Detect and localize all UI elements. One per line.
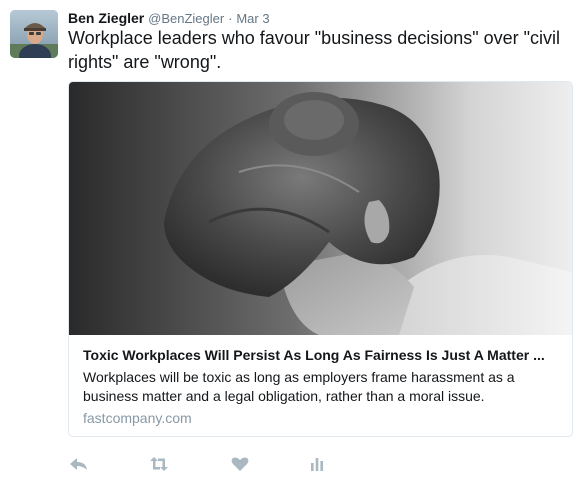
retweet-button[interactable] <box>148 454 170 474</box>
card-domain: fastcompany.com <box>83 410 192 426</box>
tweet-timestamp[interactable]: Mar 3 <box>236 11 269 26</box>
author-name[interactable]: Ben Ziegler <box>68 10 144 26</box>
retweet-icon <box>150 457 168 471</box>
tweet-actions <box>68 454 573 474</box>
link-card[interactable]: Toxic Workplaces Will Persist As Long As… <box>68 81 573 437</box>
reply-button[interactable] <box>68 454 90 474</box>
tweet[interactable]: Ben Ziegler @BenZiegler · Mar 3 Workplac… <box>0 0 586 477</box>
card-image[interactable] <box>69 82 572 335</box>
reply-icon <box>70 458 87 470</box>
analytics-button[interactable] <box>307 454 329 474</box>
card-body: Toxic Workplaces Will Persist As Long As… <box>83 345 561 428</box>
card-title[interactable]: Toxic Workplaces Will Persist As Long As… <box>83 345 561 365</box>
tweet-text: Workplace leaders who favour "business d… <box>68 28 561 72</box>
analytics-icon <box>311 458 323 471</box>
author-username[interactable]: @BenZiegler <box>148 11 224 26</box>
card-description: Workplaces will be toxic as long as empl… <box>83 369 515 404</box>
avatar[interactable] <box>10 10 58 58</box>
tweet-header: Ben Ziegler @BenZiegler · Mar 3 <box>68 9 270 27</box>
like-button[interactable] <box>229 454 251 474</box>
avatar-image <box>10 10 58 58</box>
separator-dot: · <box>228 11 233 26</box>
like-icon <box>231 457 249 471</box>
